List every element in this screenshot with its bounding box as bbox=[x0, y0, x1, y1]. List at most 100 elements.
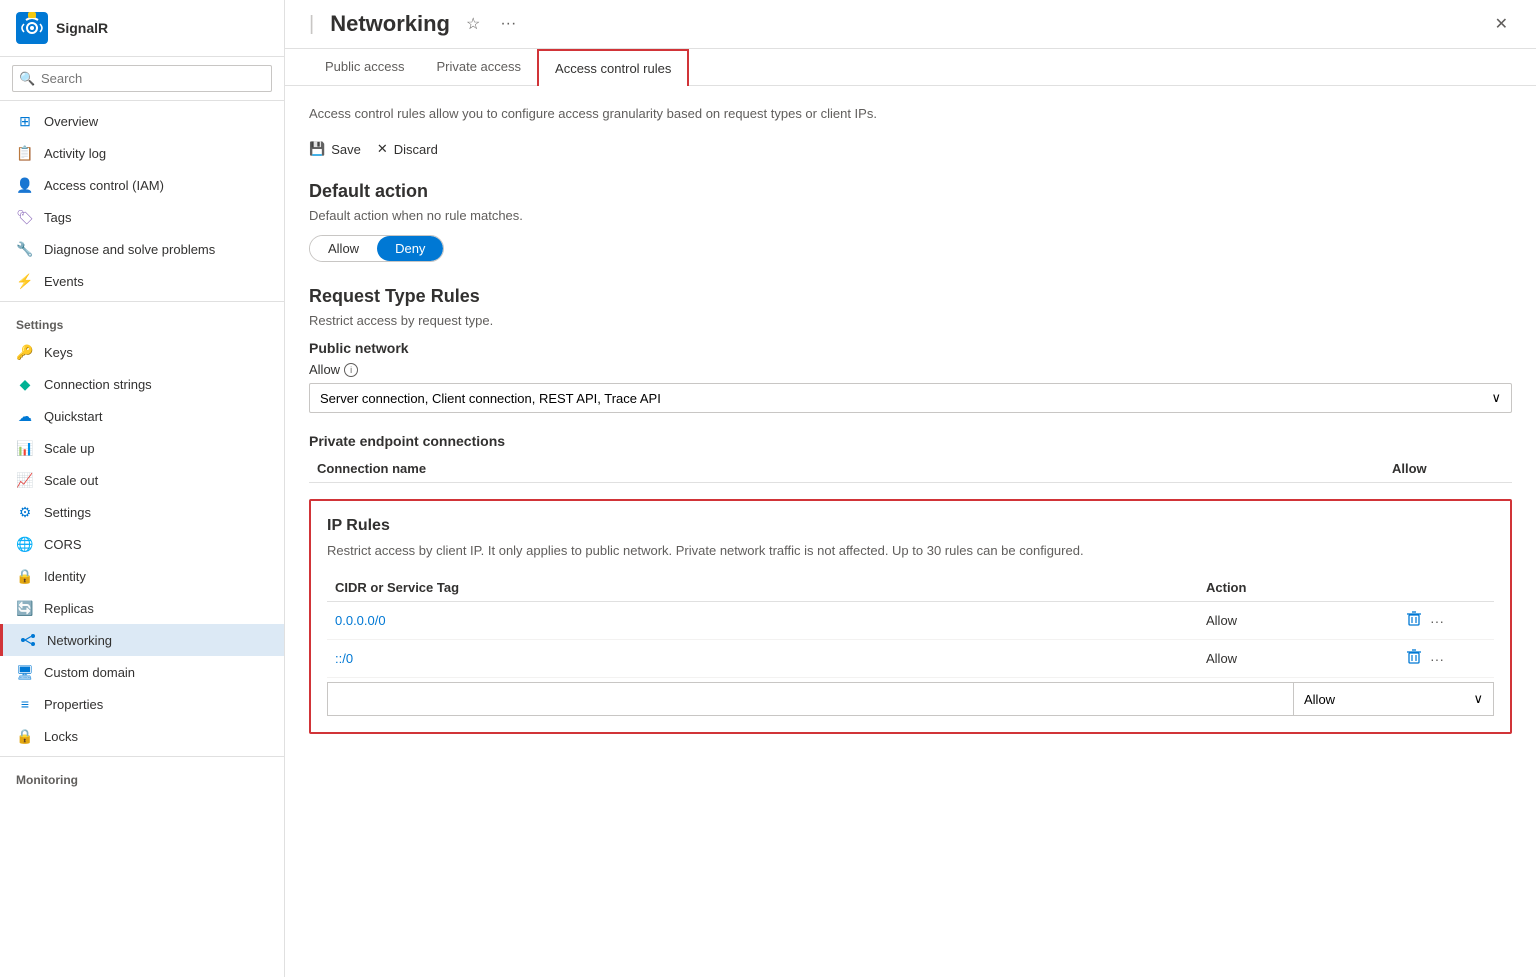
save-icon: 💾 bbox=[309, 141, 325, 157]
ip-rules-title: IP Rules bbox=[327, 517, 1494, 535]
keys-label: Keys bbox=[44, 345, 73, 360]
cors-icon: 🌐 bbox=[16, 535, 34, 553]
pipe-divider: | bbox=[309, 13, 314, 36]
scale-out-label: Scale out bbox=[44, 473, 98, 488]
dropdown-value: Server connection, Client connection, RE… bbox=[320, 391, 661, 406]
search-input[interactable] bbox=[12, 65, 272, 92]
overview-icon: ⊞ bbox=[16, 112, 34, 130]
toolbar: 💾 Save ✕ Discard bbox=[309, 137, 1512, 161]
events-label: Events bbox=[44, 274, 84, 289]
sidebar-header: SignalR bbox=[0, 0, 284, 57]
tags-label: Tags bbox=[44, 210, 71, 225]
save-label: Save bbox=[331, 142, 361, 157]
overview-label: Overview bbox=[44, 114, 98, 129]
private-endpoint-title: Private endpoint connections bbox=[309, 433, 1512, 449]
col-connection-name: Connection name bbox=[309, 461, 1392, 476]
sidebar-item-networking[interactable]: Networking bbox=[0, 624, 284, 656]
quickstart-label: Quickstart bbox=[44, 409, 103, 424]
ip-cidr-1: 0.0.0.0/0 bbox=[335, 613, 1206, 628]
delete-row-2-button[interactable] bbox=[1406, 648, 1422, 669]
more-row-2-button[interactable]: ··· bbox=[1430, 651, 1444, 667]
tab-private-access[interactable]: Private access bbox=[420, 49, 537, 86]
sidebar-item-scale-up[interactable]: 📊 Scale up bbox=[0, 432, 284, 464]
sidebar-item-diagnose[interactable]: 🔧 Diagnose and solve problems bbox=[0, 233, 284, 265]
tabs-bar: Public access Private access Access cont… bbox=[285, 49, 1536, 86]
networking-icon bbox=[19, 631, 37, 649]
main-header: | Networking ☆ ··· ✕ bbox=[285, 0, 1536, 49]
discard-button[interactable]: ✕ Discard bbox=[377, 137, 438, 161]
default-action-desc: Default action when no rule matches. bbox=[309, 208, 1512, 223]
private-endpoint-table-header: Connection name Allow bbox=[309, 455, 1512, 483]
allow-field-label: Allow i bbox=[309, 362, 1512, 377]
sidebar-item-properties[interactable]: ≡ Properties bbox=[0, 688, 284, 720]
keys-icon: 🔑 bbox=[16, 343, 34, 361]
diagnose-label: Diagnose and solve problems bbox=[44, 242, 215, 257]
settings-icon: ⚙ bbox=[16, 503, 34, 521]
sidebar-item-overview[interactable]: ⊞ Overview bbox=[0, 105, 284, 137]
identity-label: Identity bbox=[44, 569, 86, 584]
sidebar: SignalR 🔍 ⊞ Overview 📋 Activity log 👤 Ac… bbox=[0, 0, 285, 977]
default-action-title: Default action bbox=[309, 181, 1512, 202]
locks-icon: 🔒 bbox=[16, 727, 34, 745]
sidebar-item-replicas[interactable]: 🔄 Replicas bbox=[0, 592, 284, 624]
sidebar-item-cors[interactable]: 🌐 CORS bbox=[0, 528, 284, 560]
content-area: Access control rules allow you to config… bbox=[285, 86, 1536, 977]
sidebar-item-activity-log[interactable]: 📋 Activity log bbox=[0, 137, 284, 169]
replicas-icon: 🔄 bbox=[16, 599, 34, 617]
ip-action-2: Allow bbox=[1206, 651, 1406, 666]
custom-domain-icon: 🖥 bbox=[16, 663, 34, 681]
connection-type-dropdown[interactable]: Server connection, Client connection, RE… bbox=[309, 383, 1512, 413]
ip-cidr-input[interactable] bbox=[327, 682, 1294, 716]
toggle-allow[interactable]: Allow bbox=[310, 236, 377, 261]
ip-rule-row-1: 0.0.0.0/0 Allow ··· bbox=[327, 602, 1494, 640]
col-allow: Allow bbox=[1392, 461, 1512, 476]
delete-row-1-button[interactable] bbox=[1406, 610, 1422, 631]
sidebar-item-keys[interactable]: 🔑 Keys bbox=[0, 336, 284, 368]
sidebar-item-locks[interactable]: 🔒 Locks bbox=[0, 720, 284, 752]
sidebar-item-settings[interactable]: ⚙ Settings bbox=[0, 496, 284, 528]
scale-up-icon: 📊 bbox=[16, 439, 34, 457]
cors-label: CORS bbox=[44, 537, 82, 552]
trash-icon-2 bbox=[1406, 648, 1422, 664]
monitoring-section-label: Monitoring bbox=[0, 761, 284, 791]
page-description: Access control rules allow you to config… bbox=[309, 106, 1512, 121]
main-content: | Networking ☆ ··· ✕ Public access Priva… bbox=[285, 0, 1536, 977]
sidebar-item-connection-strings[interactable]: ◆ Connection strings bbox=[0, 368, 284, 400]
more-row-1-button[interactable]: ··· bbox=[1430, 613, 1444, 629]
sidebar-item-access-control[interactable]: 👤 Access control (IAM) bbox=[0, 169, 284, 201]
ip-action-1: Allow bbox=[1206, 613, 1406, 628]
identity-icon: 🔒 bbox=[16, 567, 34, 585]
sidebar-item-events[interactable]: ⚡ Events bbox=[0, 265, 284, 297]
app-title: SignalR bbox=[56, 20, 108, 36]
save-button[interactable]: 💾 Save bbox=[309, 137, 361, 161]
sidebar-item-tags[interactable]: 🏷 Tags bbox=[0, 201, 284, 233]
chevron-down-icon: ∨ bbox=[1491, 390, 1501, 406]
allow-info-icon[interactable]: i bbox=[344, 363, 358, 377]
col-cidr: CIDR or Service Tag bbox=[335, 580, 1206, 595]
favorite-button[interactable]: ☆ bbox=[462, 10, 484, 38]
discard-label: Discard bbox=[394, 142, 438, 157]
sidebar-item-custom-domain[interactable]: 🖥 Custom domain bbox=[0, 656, 284, 688]
settings-section-label: Settings bbox=[0, 306, 284, 336]
sidebar-item-scale-out[interactable]: 📈 Scale out bbox=[0, 464, 284, 496]
tab-public-access[interactable]: Public access bbox=[309, 49, 420, 86]
tab-access-control-rules[interactable]: Access control rules bbox=[537, 49, 689, 86]
search-container: 🔍 bbox=[0, 57, 284, 101]
ip-action-dropdown[interactable]: Allow ∨ bbox=[1294, 682, 1494, 716]
trash-icon-1 bbox=[1406, 610, 1422, 626]
sidebar-nav: ⊞ Overview 📋 Activity log 👤 Access contr… bbox=[0, 101, 284, 977]
networking-label: Networking bbox=[47, 633, 112, 648]
connection-strings-label: Connection strings bbox=[44, 377, 152, 392]
sidebar-item-identity[interactable]: 🔒 Identity bbox=[0, 560, 284, 592]
request-type-rules-title: Request Type Rules bbox=[309, 286, 1512, 307]
close-button[interactable]: ✕ bbox=[1491, 10, 1512, 38]
nav-divider-2 bbox=[0, 756, 284, 757]
toggle-deny[interactable]: Deny bbox=[377, 236, 443, 261]
scale-out-icon: 📈 bbox=[16, 471, 34, 489]
more-options-button[interactable]: ··· bbox=[496, 11, 520, 37]
replicas-label: Replicas bbox=[44, 601, 94, 616]
public-network-title: Public network bbox=[309, 340, 1512, 356]
page-title: Networking bbox=[330, 11, 450, 37]
sidebar-item-quickstart[interactable]: ☁ Quickstart bbox=[0, 400, 284, 432]
properties-icon: ≡ bbox=[16, 695, 34, 713]
